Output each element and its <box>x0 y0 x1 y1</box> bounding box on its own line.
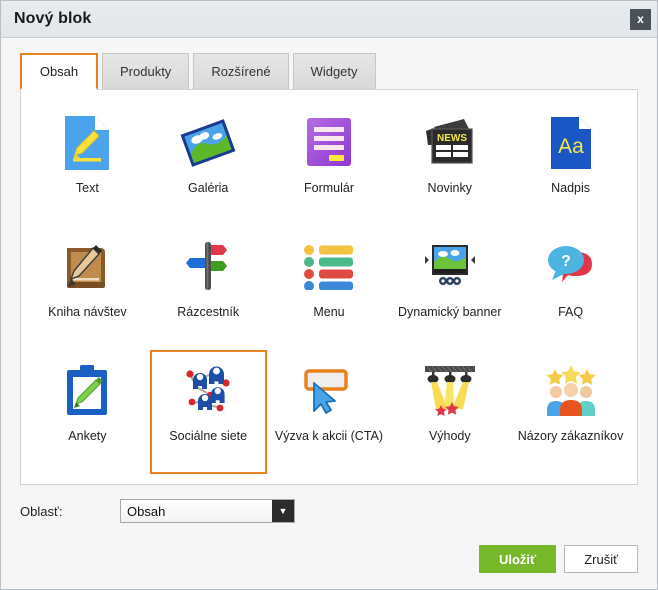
block-label: FAQ <box>558 305 584 319</box>
tab-bar: Obsah Produkty Rozšírené Widgety <box>1 38 657 90</box>
guestbook-icon <box>54 236 120 298</box>
signpost-icon <box>175 236 241 298</box>
block-label: Kniha návštev <box>48 305 127 319</box>
block-label: Sociálne siete <box>169 429 248 443</box>
dialog-titlebar: Nový blok x <box>1 1 657 38</box>
block-item-formular[interactable]: Formulár <box>271 102 388 226</box>
dialog-body: Obsah Produkty Rozšírené Widgety Text Ga… <box>1 38 657 589</box>
block-label: Galéria <box>188 181 229 195</box>
block-type-panel: Text Galéria Formulár NEWS Novinky Aa Na… <box>20 89 638 485</box>
block-item-cta[interactable]: Výzva k akcii (CTA) <box>271 350 388 474</box>
block-item-nazory-zakaznikov[interactable]: Názory zákazníkov <box>512 350 629 474</box>
block-item-galeria[interactable]: Galéria <box>150 102 267 226</box>
svg-text:?: ? <box>561 253 571 270</box>
block-label: Výzva k akcii (CTA) <box>274 429 384 443</box>
social-network-icon <box>175 360 241 422</box>
block-label: Formulár <box>303 181 354 195</box>
gallery-photo-icon <box>175 112 241 174</box>
tab-widgety[interactable]: Widgety <box>292 53 376 89</box>
block-item-razcestnik[interactable]: Rázcestník <box>150 226 267 350</box>
poll-clipboard-icon <box>54 360 120 422</box>
block-item-dynamicky-banner[interactable]: Dynamický banner <box>391 226 508 350</box>
save-button[interactable]: Uložiť <box>478 545 557 573</box>
tab-rozsirene[interactable]: Rozšírené <box>193 53 289 89</box>
block-label: Menu <box>313 305 345 319</box>
block-label: Výhody <box>428 429 471 443</box>
form-icon <box>296 112 362 174</box>
area-row: Oblasť: Obsah ▼ <box>1 485 657 523</box>
cta-cursor-icon <box>296 360 362 422</box>
block-item-menu[interactable]: Menu <box>271 226 388 350</box>
block-label: Text <box>75 181 99 195</box>
block-label: Rázcestník <box>177 305 240 319</box>
block-item-text[interactable]: Text <box>29 102 146 226</box>
block-label: Nadpis <box>551 181 591 195</box>
block-item-kniha-navstev[interactable]: Kniha návštev <box>29 226 146 350</box>
news-paper-icon: NEWS <box>417 112 483 174</box>
new-block-dialog: Nový blok x Obsah Produkty Rozšírené Wid… <box>0 0 658 590</box>
tab-produkty[interactable]: Produkty <box>102 53 190 89</box>
block-label: Ankety <box>68 429 107 443</box>
block-item-vyhody[interactable]: Výhody <box>391 350 508 474</box>
block-item-faq[interactable]: ? FAQ <box>512 226 629 350</box>
area-select[interactable]: Obsah ▼ <box>120 499 295 523</box>
block-label: Názory zákazníkov <box>517 429 624 443</box>
chevron-down-icon[interactable]: ▼ <box>272 500 294 522</box>
dynamic-banner-icon <box>417 236 483 298</box>
block-label: Dynamický banner <box>398 305 502 319</box>
svg-text:Aa: Aa <box>558 135 584 158</box>
block-item-nadpis[interactable]: Aa Nadpis <box>512 102 629 226</box>
area-label: Oblasť: <box>20 503 63 519</box>
svg-text:NEWS: NEWS <box>437 133 467 144</box>
block-item-ankety[interactable]: Ankety <box>29 350 146 474</box>
area-select-value: Obsah <box>121 500 272 522</box>
block-type-grid: Text Galéria Formulár NEWS Novinky Aa Na… <box>21 90 637 474</box>
text-document-pencil-icon <box>54 112 120 174</box>
faq-speech-bubbles-icon: ? <box>538 236 604 298</box>
customer-reviews-icon <box>538 360 604 422</box>
block-label: Novinky <box>427 181 473 195</box>
dialog-title: Nový blok <box>14 10 92 27</box>
close-icon[interactable]: x <box>630 8 651 30</box>
tab-obsah[interactable]: Obsah <box>20 53 98 90</box>
block-item-novinky[interactable]: NEWS Novinky <box>391 102 508 226</box>
block-item-socialne-siete[interactable]: Sociálne siete <box>149 350 267 474</box>
heading-aa-icon: Aa <box>538 112 604 174</box>
spotlights-icon <box>417 360 483 422</box>
dialog-footer-buttons: Uložiť Zrušiť <box>478 545 638 573</box>
cancel-button[interactable]: Zrušiť <box>564 545 638 573</box>
menu-list-icon <box>296 236 362 298</box>
